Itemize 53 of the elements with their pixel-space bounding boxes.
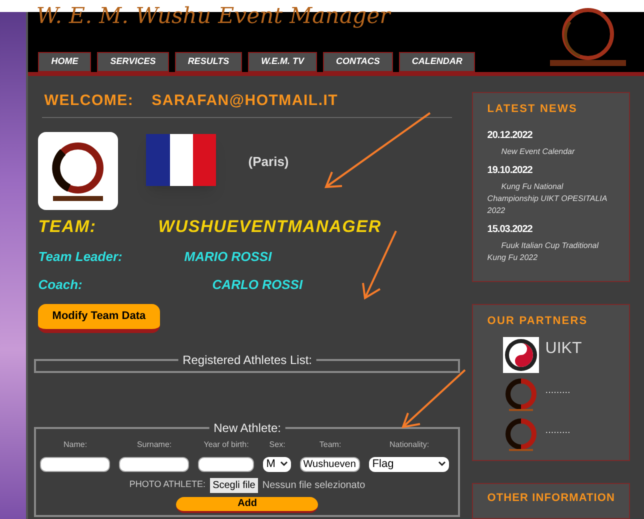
team-leader-name: MARIO ROSSI	[184, 248, 272, 266]
coach-label: Coach:	[38, 276, 84, 294]
team-label: TEAM:	[38, 216, 98, 238]
france-flag	[146, 134, 216, 186]
file-status: Nessun file selezionato	[262, 478, 366, 492]
news-date: 15.03.2022	[487, 222, 534, 236]
annotation-arrow	[362, 230, 397, 300]
nav-tab[interactable]: RESULTS	[174, 52, 242, 72]
news-title: LATEST NEWS	[487, 102, 578, 117]
column-label: Surname:	[136, 438, 173, 450]
news-date: 20.12.2022	[487, 128, 534, 142]
chevron-down-icon	[438, 461, 446, 467]
text-field[interactable]	[198, 456, 254, 472]
text-field[interactable]: Wushueven	[300, 456, 360, 472]
choose-file-button[interactable]: Scegli file	[210, 478, 258, 492]
ring-logo-icon	[503, 417, 540, 453]
dropdown-field[interactable]: M	[263, 456, 292, 472]
news-link[interactable]: New Event Calendar	[487, 146, 615, 158]
column-label: Nationality:	[388, 438, 430, 450]
other-information-title: OTHER INFORMATION	[487, 490, 615, 506]
nav-tab[interactable]: CALENDAR	[398, 52, 476, 72]
ring-logo-icon	[503, 377, 540, 413]
add-button[interactable]: Add	[176, 496, 318, 512]
partner-name[interactable]: .........	[545, 423, 570, 438]
team-name: WUSHUEVENTMANAGER	[158, 216, 382, 238]
dropdown-field[interactable]: Flag	[369, 456, 450, 472]
text-field[interactable]	[119, 456, 190, 472]
team-leader-label: Team Leader:	[38, 248, 124, 266]
partner-name[interactable]: .........	[545, 383, 570, 398]
nav-tab[interactable]: W.E.M. TV	[248, 52, 317, 72]
welcome-label: WELCOME:	[44, 91, 134, 111]
partners-title: OUR PARTNERS	[487, 314, 589, 328]
modify-team-button[interactable]: Modify Team Data	[38, 304, 160, 332]
nav-tab[interactable]: HOME	[38, 52, 92, 72]
coach-name: CARLO ROSSI	[212, 276, 303, 294]
partner-name[interactable]: UIKT	[545, 337, 582, 361]
news-link[interactable]: Fuuk Italian Cup Traditional Kung Fu 2022	[487, 240, 615, 264]
photo-label: PHOTO ATHLETE:	[129, 478, 206, 492]
column-label: Team:	[318, 438, 342, 450]
column-label: Sex:	[268, 438, 286, 450]
news-date: 19.10.2022	[487, 164, 534, 178]
site-title: W. E. M. Wushu Event Manager	[36, 6, 392, 28]
team-city: (Paris)	[248, 152, 289, 171]
annotation-arrow	[401, 369, 466, 428]
nav-tab[interactable]: SERVICES	[97, 52, 169, 72]
column-label: Year of birth:	[202, 438, 250, 450]
nav-tab[interactable]: CONTACS	[323, 52, 393, 72]
user-email: SARAFAN@HOTMAIL.IT	[152, 91, 338, 111]
text-field[interactable]	[40, 456, 110, 472]
chevron-down-icon	[280, 461, 288, 467]
column-label: Name:	[62, 438, 88, 450]
yin-yang-logo-icon	[503, 337, 540, 373]
news-link[interactable]: Kung Fu National Championship UIKT OPESITALIA 2022	[487, 180, 615, 216]
